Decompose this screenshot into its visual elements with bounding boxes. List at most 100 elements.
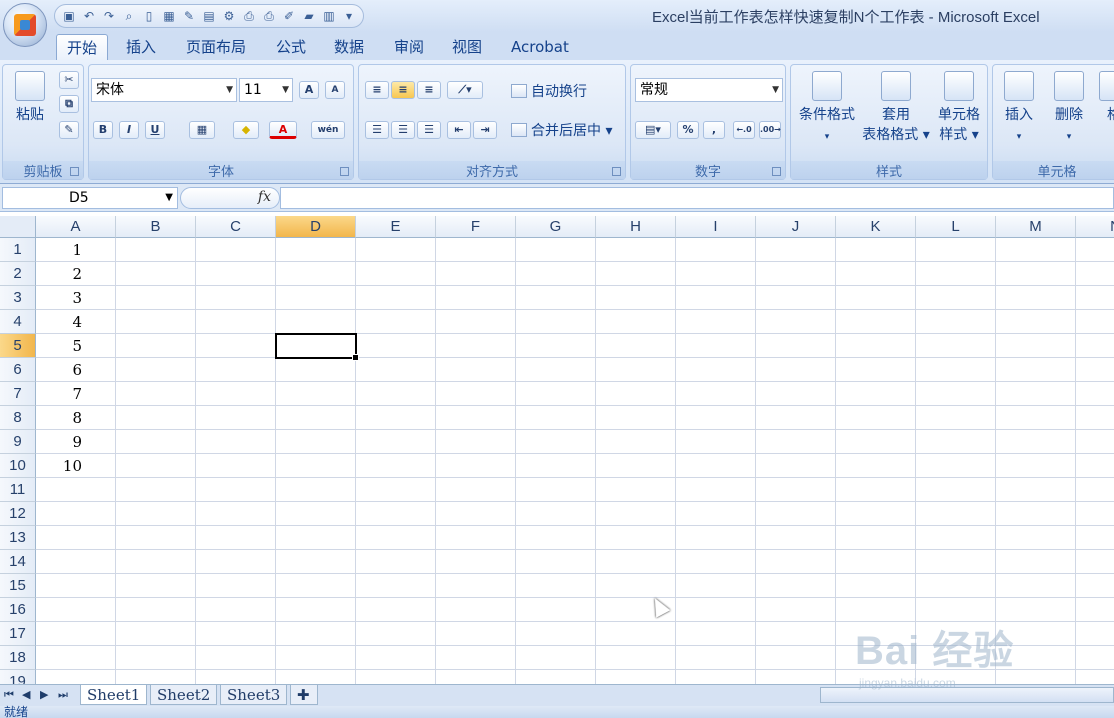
tab-acrobat[interactable]: Acrobat — [501, 34, 579, 60]
tab-page-layout[interactable]: 页面布局 — [176, 34, 256, 60]
comma-button[interactable]: , — [703, 121, 725, 139]
cell-A8[interactable]: 8 — [36, 406, 116, 430]
tab-view[interactable]: 视图 — [442, 34, 492, 60]
tab-home[interactable]: 开始 — [56, 34, 109, 60]
format-as-table-button[interactable]: 套用 表格格式 ▾ — [861, 71, 931, 145]
row-header-8[interactable]: 8 — [0, 406, 36, 430]
comment-icon[interactable]: ✎ — [181, 9, 197, 23]
font-size-select[interactable]: 11 ▼ — [239, 78, 293, 102]
print-preview-icon[interactable]: ⌕ — [121, 9, 137, 23]
column-header-D[interactable]: D — [276, 216, 356, 238]
accounting-format-icon[interactable]: ▤▾ — [635, 121, 671, 139]
column-header-N[interactable]: N — [1076, 216, 1114, 238]
active-cell-D5[interactable] — [275, 333, 359, 361]
cell-A6[interactable]: 6 — [36, 358, 116, 382]
row-header-6[interactable]: 6 — [0, 358, 36, 382]
table-icon[interactable]: ▤ — [201, 9, 217, 23]
column-header-B[interactable]: B — [116, 216, 196, 238]
row-header-18[interactable]: 18 — [0, 646, 36, 670]
column-header-E[interactable]: E — [356, 216, 436, 238]
select-all-corner[interactable] — [0, 216, 36, 238]
orientation-icon[interactable]: ⟋▾ — [447, 81, 483, 99]
bold-button[interactable]: B — [93, 121, 113, 139]
row-header-10[interactable]: 10 — [0, 454, 36, 478]
paste-button[interactable]: 粘贴 — [9, 71, 51, 125]
tab-data[interactable]: 数据 — [324, 34, 374, 60]
format-painter-icon[interactable]: ✎ — [59, 121, 79, 139]
cell-A1[interactable]: 1 — [36, 238, 116, 262]
italic-button[interactable]: I — [119, 121, 139, 139]
cell-A5[interactable]: 5 — [36, 334, 116, 358]
save-icon[interactable]: ▣ — [61, 9, 77, 23]
row-header-17[interactable]: 17 — [0, 622, 36, 646]
percent-button[interactable]: % — [677, 121, 699, 139]
increase-decimal-icon[interactable]: ←.0 — [733, 121, 755, 139]
column-header-K[interactable]: K — [836, 216, 916, 238]
row-header-12[interactable]: 12 — [0, 502, 36, 526]
clipboard-launcher-icon[interactable]: . — [70, 167, 79, 176]
format-cells-button[interactable]: 格 — [1099, 71, 1114, 125]
sheet-tab-2[interactable]: Sheet2 — [150, 685, 218, 705]
cut-icon[interactable]: ✂ — [59, 71, 79, 89]
office-button[interactable] — [3, 3, 47, 47]
increase-indent-icon[interactable]: ⇥ — [473, 121, 497, 139]
row-header-9[interactable]: 9 — [0, 430, 36, 454]
redo-icon[interactable]: ↷ — [101, 9, 117, 23]
column-header-A[interactable]: A — [36, 216, 116, 238]
column-header-M[interactable]: M — [996, 216, 1076, 238]
row-header-16[interactable]: 16 — [0, 598, 36, 622]
alignment-launcher-icon[interactable]: . — [612, 167, 621, 176]
cell-A2[interactable]: 2 — [36, 262, 116, 286]
copy-icon[interactable]: ⧉ — [59, 95, 79, 113]
middle-align-icon[interactable]: ≡ — [391, 81, 415, 99]
row-header-7[interactable]: 7 — [0, 382, 36, 406]
top-align-icon[interactable]: ≡ — [365, 81, 389, 99]
cell-A10[interactable]: 10 — [36, 454, 116, 478]
column-header-I[interactable]: I — [676, 216, 756, 238]
row-header-5[interactable]: 5 — [0, 334, 36, 358]
column-header-H[interactable]: H — [596, 216, 676, 238]
borders-icon[interactable]: ▦ — [189, 121, 215, 139]
fill-color-icon[interactable]: ◆ — [233, 121, 259, 139]
column-header-F[interactable]: F — [436, 216, 516, 238]
align-right-icon[interactable]: ☰ — [417, 121, 441, 139]
row-header-4[interactable]: 4 — [0, 310, 36, 334]
row-header-3[interactable]: 3 — [0, 286, 36, 310]
merge-center-button[interactable]: 合并后居中 ▾ — [511, 121, 612, 141]
open-folder-icon[interactable]: ▰ — [301, 9, 317, 23]
align-center-icon[interactable]: ☰ — [391, 121, 415, 139]
column-header-C[interactable]: C — [196, 216, 276, 238]
grid-icon[interactable]: ▦ — [161, 9, 177, 23]
row-header-15[interactable]: 15 — [0, 574, 36, 598]
quick-print-icon[interactable]: ⎙ — [261, 9, 277, 23]
edit-icon[interactable]: ✐ — [281, 9, 297, 23]
wrap-text-button[interactable]: 自动换行 — [511, 82, 587, 102]
insert-sheet-icon[interactable]: ✚ — [290, 685, 318, 705]
sheet-tab-1[interactable]: Sheet1 — [80, 685, 148, 705]
delete-cells-button[interactable]: 删除 ▾ — [1049, 71, 1089, 147]
cell-A9[interactable]: 9 — [36, 430, 116, 454]
print-icon[interactable]: ⎙ — [241, 9, 257, 23]
tools-icon[interactable]: ⚙ — [221, 9, 237, 23]
cell-A4[interactable]: 4 — [36, 310, 116, 334]
bottom-align-icon[interactable]: ≡ — [417, 81, 441, 99]
insert-cells-button[interactable]: 插入 ▾ — [999, 71, 1039, 147]
row-header-13[interactable]: 13 — [0, 526, 36, 550]
conditional-formatting-button[interactable]: 条件格式 ▾ — [795, 71, 859, 147]
shrink-font-button[interactable]: A — [325, 81, 345, 99]
row-header-14[interactable]: 14 — [0, 550, 36, 574]
name-box[interactable]: D5 ▼ — [2, 187, 178, 209]
decrease-decimal-icon[interactable]: .00→ — [759, 121, 781, 139]
customize-dropdown-icon[interactable]: ▾ — [341, 9, 357, 23]
worksheet-grid[interactable]: ABCDEFGHIJKLMN12345678910111213141516171… — [0, 212, 1114, 684]
cell-A7[interactable]: 7 — [36, 382, 116, 406]
first-sheet-icon[interactable]: ⏮ — [4, 688, 14, 702]
decrease-indent-icon[interactable]: ⇤ — [447, 121, 471, 139]
column-header-J[interactable]: J — [756, 216, 836, 238]
row-header-1[interactable]: 1 — [0, 238, 36, 262]
font-color-button[interactable]: A — [269, 121, 297, 139]
cell-styles-button[interactable]: 单元格 样式 ▾ — [933, 71, 985, 145]
new-document-icon[interactable]: ▯ — [141, 9, 157, 23]
column-header-G[interactable]: G — [516, 216, 596, 238]
grow-font-button[interactable]: A — [299, 81, 319, 99]
